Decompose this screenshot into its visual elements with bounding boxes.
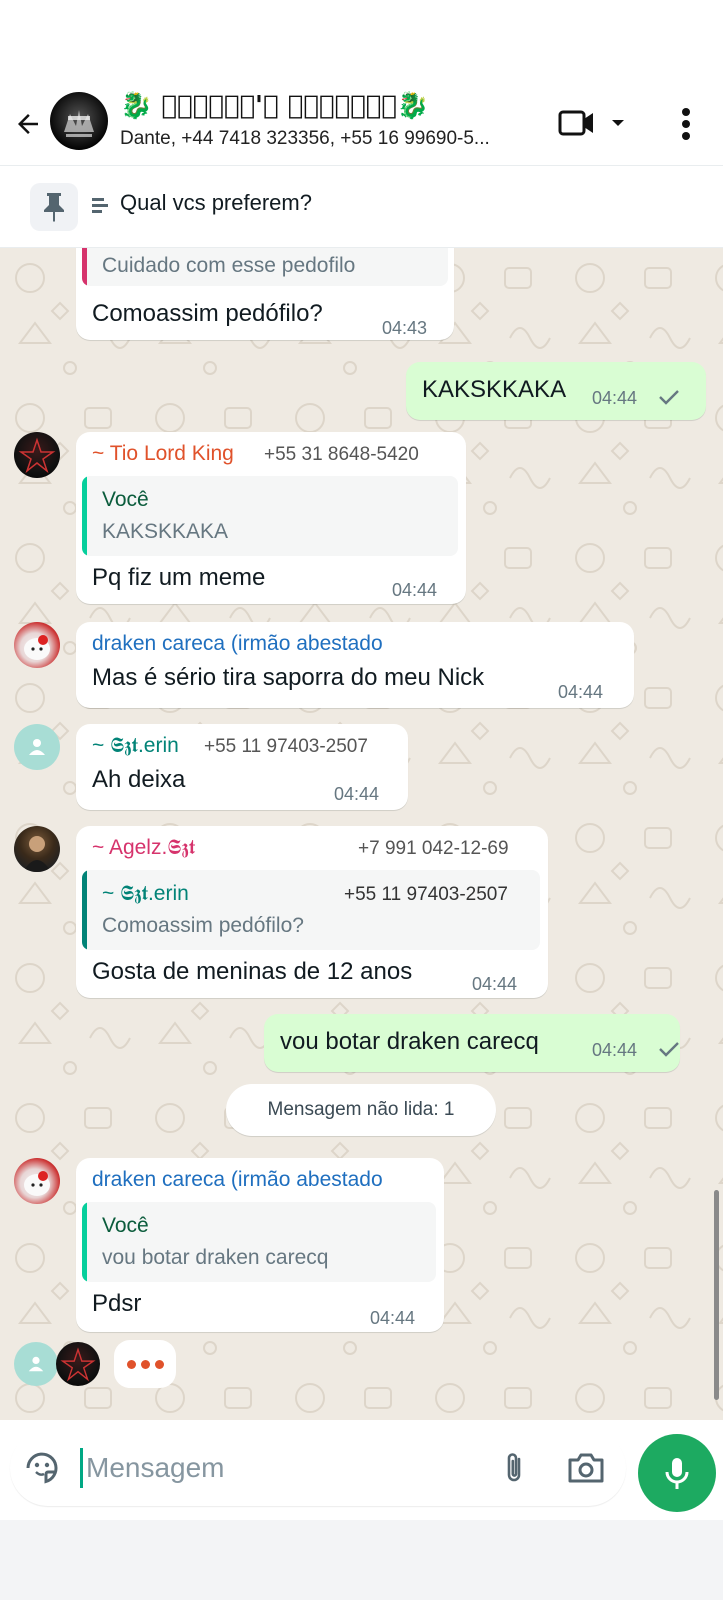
message-time: 04:44	[334, 784, 380, 804]
sender-avatar[interactable]	[14, 826, 60, 872]
scrollbar[interactable]	[714, 1190, 719, 1400]
text-cursor	[80, 1448, 83, 1488]
quoted-author: ~ 𝕾𝖟𝖙.erin	[102, 882, 189, 905]
quoted-text: Comoassim pedófilo?	[102, 914, 304, 937]
typing-dot	[140, 1359, 150, 1369]
back-arrow-icon	[18, 114, 38, 134]
chat-info[interactable]: 🐉 ⃤✡𝕾𝖔𝖑𝖙'𝖟 𝕲𝖗𝖔𝖚✡𝖕⃤🐉 Dante, +44 7418 3233…	[120, 90, 540, 156]
video-call-button[interactable]	[558, 104, 630, 142]
sender-phone: +55 11 97403-2507	[204, 736, 368, 757]
attach-icon	[507, 1453, 521, 1482]
message-bubble[interactable]: ~ Agelz.𝕾𝖟𝖙 +7 991 042-12-69 ~ 𝕾𝖟𝖙.erin …	[76, 826, 548, 998]
sender-name[interactable]: ~ Tio Lord King	[92, 442, 234, 466]
quoted-author: Você	[102, 488, 149, 511]
message-input[interactable]	[86, 1444, 466, 1492]
more-options-button[interactable]	[668, 102, 704, 146]
outgoing-message-bubble[interactable]: KAKSKKAKA 04:44	[406, 362, 706, 420]
quoted-author: Você	[102, 1214, 149, 1237]
sender-avatar[interactable]	[14, 432, 60, 478]
quote-bar	[82, 1202, 87, 1282]
unread-messages-divider: Mensagem não lida: 1	[226, 1084, 496, 1136]
message-text: KAKSKKAKA	[422, 376, 567, 403]
person-icon	[28, 1356, 44, 1372]
group-participants: Dante, +44 7418 323356, +55 16 99690-5..…	[120, 128, 490, 149]
message-composer	[10, 1430, 626, 1506]
message-bubble[interactable]: ~ 𝕾𝖟𝖙.erin +55 11 97403-2507 Ah deixa 04…	[76, 724, 408, 810]
typing-avatar	[56, 1342, 100, 1386]
pinned-message-text: Qual vcs preferem?	[120, 190, 312, 215]
message-bubble[interactable]: draken careca (irmão abestado Mas é séri…	[76, 622, 634, 708]
sender-name[interactable]: ~ 𝕾𝖟𝖙.erin	[92, 734, 179, 758]
message-bubble[interactable]: draken careca (irmão abestado Você vou b…	[76, 1158, 444, 1332]
sender-name[interactable]: draken careca (irmão abestado	[92, 1168, 383, 1192]
message-bubble[interactable]: ~ Tio Lord King +55 31 8648-5420 Você KA…	[76, 432, 466, 604]
message-list[interactable]: Cuidado com esse pedofilo Comoassim pedó…	[0, 248, 723, 1420]
sticker-icon	[26, 1452, 58, 1484]
sent-check-icon	[659, 390, 679, 405]
message-text: Pq fiz um meme	[92, 564, 266, 591]
message-bubble[interactable]: Cuidado com esse pedofilo Comoassim pedó…	[76, 248, 454, 340]
quote-bar	[82, 248, 87, 286]
message-time: 04:44	[592, 1040, 638, 1060]
message-text: vou botar draken carecq	[280, 1028, 539, 1055]
message-time: 04:44	[392, 580, 438, 600]
quoted-message[interactable]: ~ 𝕾𝖟𝖙.erin +55 11 97403-2507 Comoassim p…	[82, 870, 540, 950]
message-lines-icon	[92, 198, 108, 213]
sender-phone: +55 31 8648-5420	[264, 444, 419, 465]
message-time: 04:43	[382, 318, 428, 338]
quoted-text: KAKSKKAKA	[102, 520, 229, 543]
outgoing-message-bubble[interactable]: vou botar draken carecq 04:44	[264, 1014, 680, 1072]
typing-dot	[126, 1359, 136, 1369]
quote-bar	[82, 870, 87, 950]
message-time: 04:44	[370, 1308, 416, 1328]
quoted-phone: +55 11 97403-2507	[344, 884, 508, 905]
pinned-message-banner[interactable]: Qual vcs preferem?	[0, 166, 723, 248]
message-time: 04:44	[592, 388, 638, 408]
back-button[interactable]	[8, 100, 48, 148]
message-text: Comoassim pedófilo?	[92, 300, 323, 327]
sender-avatar[interactable]	[14, 724, 60, 770]
quoted-message[interactable]: Você vou botar draken carecq	[82, 1202, 436, 1282]
camera-button[interactable]	[566, 1450, 606, 1486]
attach-button[interactable]	[496, 1450, 532, 1486]
message-time: 04:44	[558, 682, 604, 702]
mic-icon	[665, 1458, 689, 1489]
group-name: 🐉 ⃤✡𝕾𝖔𝖑𝖙'𝖟 𝕲𝖗𝖔𝖚✡𝖕⃤🐉	[120, 91, 430, 121]
typing-dot	[154, 1359, 164, 1369]
message-text: Mas é sério tira saporra do meu Nick	[92, 664, 485, 691]
typing-avatar	[14, 1342, 58, 1386]
quoted-text: Cuidado com esse pedofilo	[102, 254, 356, 277]
quoted-message[interactable]: Cuidado com esse pedofilo	[82, 248, 448, 286]
quote-bar	[82, 476, 87, 556]
sticker-button[interactable]	[24, 1450, 60, 1486]
message-time: 04:44	[472, 974, 518, 994]
sender-avatar[interactable]	[14, 1158, 60, 1204]
video-call-icon	[558, 110, 593, 136]
chat-header: 🐉 ⃤✡𝕾𝖔𝖑𝖙'𝖟 𝕲𝖗𝖔𝖚✡𝖕⃤🐉 Dante, +44 7418 3233…	[0, 86, 723, 166]
sender-phone: +7 991 042-12-69	[358, 838, 509, 859]
status-bar-area	[0, 0, 723, 86]
person-icon	[29, 739, 45, 755]
more-vert-icon	[682, 108, 690, 140]
dropdown-icon	[612, 120, 624, 126]
voice-message-button[interactable]	[638, 1434, 716, 1512]
system-navigation-area	[0, 1520, 723, 1600]
camera-icon	[568, 1453, 604, 1483]
message-text: Gosta de meninas de 12 anos	[92, 958, 413, 985]
sender-name[interactable]: ~ Agelz.𝕾𝖟𝖙	[92, 836, 195, 860]
quoted-text: vou botar draken carecq	[102, 1246, 329, 1269]
sent-check-icon	[659, 1042, 679, 1057]
typing-indicator	[114, 1340, 176, 1388]
message-text: Pdsr	[92, 1290, 142, 1317]
group-avatar[interactable]	[50, 92, 108, 150]
message-text: Ah deixa	[92, 766, 186, 793]
pin-icon	[30, 183, 78, 231]
quoted-message[interactable]: Você KAKSKKAKA	[82, 476, 458, 556]
sender-avatar[interactable]	[14, 622, 60, 668]
sender-name[interactable]: draken careca (irmão abestado	[92, 632, 383, 656]
